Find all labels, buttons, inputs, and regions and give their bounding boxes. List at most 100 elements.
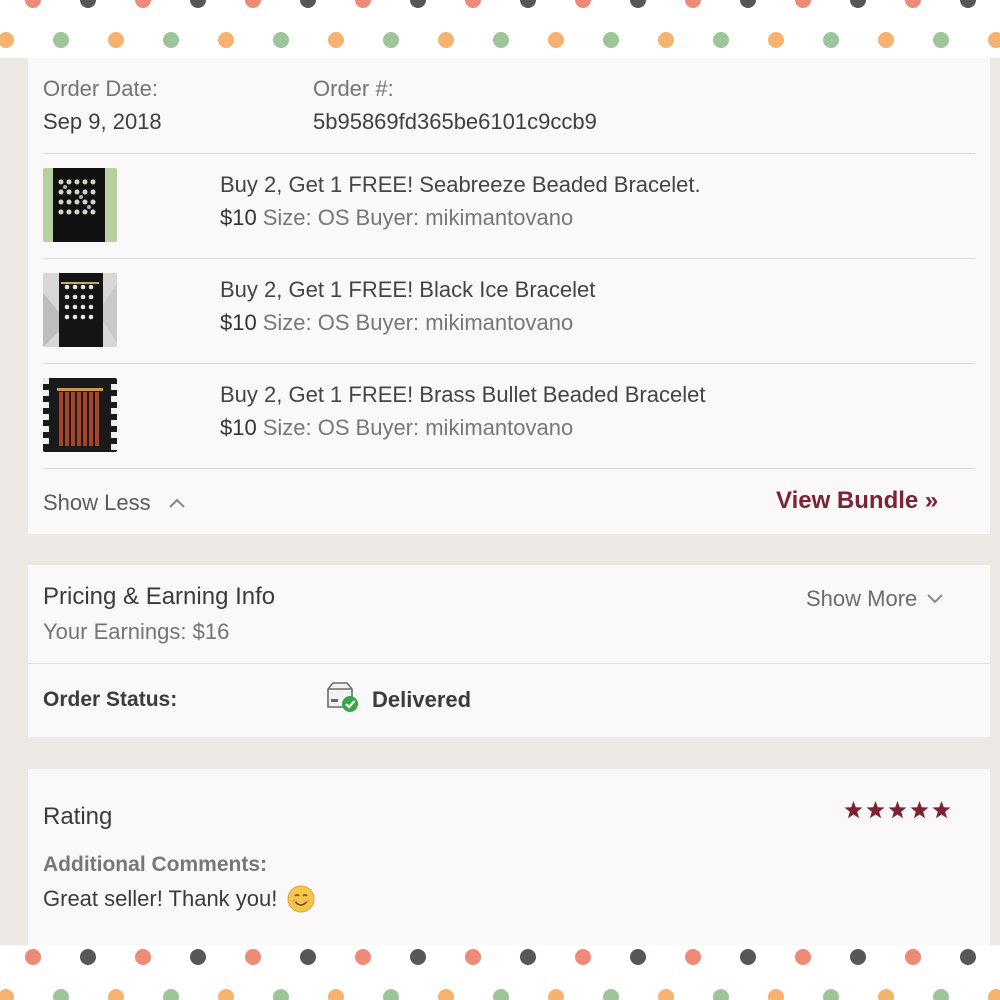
decorative-dot xyxy=(658,32,674,48)
show-less-label: Show Less xyxy=(43,490,151,515)
order-status-value: Delivered xyxy=(372,687,472,712)
decorative-dot xyxy=(53,989,69,1000)
divider xyxy=(43,468,975,469)
item-title[interactable]: Buy 2, Get 1 FREE! Seabreeze Beaded Brac… xyxy=(220,172,701,198)
decorative-dot xyxy=(960,949,976,965)
decorative-dot xyxy=(300,949,316,965)
decorative-dot xyxy=(80,0,96,8)
decorative-dot xyxy=(25,949,41,965)
decorative-dot xyxy=(768,32,784,48)
decorative-dot xyxy=(520,949,536,965)
chevron-down-icon xyxy=(927,594,943,604)
decorative-dot-border-bottom xyxy=(0,945,1000,1000)
item-title[interactable]: Buy 2, Get 1 FREE! Brass Bullet Beaded B… xyxy=(220,382,705,408)
item-buyer: Buyer: mikimantovano xyxy=(355,415,574,440)
decorative-dot xyxy=(465,0,481,8)
decorative-dot xyxy=(328,989,344,1000)
pricing-title: Pricing & Earning Info xyxy=(43,583,276,610)
decorative-dot xyxy=(740,949,756,965)
decorative-dot xyxy=(630,0,646,8)
star-icon xyxy=(888,801,907,819)
decorative-dot xyxy=(768,989,784,1000)
decorative-dot xyxy=(190,949,206,965)
decorative-dot xyxy=(548,989,564,1000)
decorative-dot xyxy=(108,989,124,1000)
divider xyxy=(43,363,975,364)
item-size: Size: OS xyxy=(262,415,350,440)
decorative-dot xyxy=(603,989,619,1000)
item-buyer: Buyer: mikimantovano xyxy=(355,205,574,230)
show-more-button[interactable]: Show More xyxy=(806,586,943,612)
decorative-dot xyxy=(245,949,261,965)
decorative-dot xyxy=(135,0,151,8)
decorative-dot xyxy=(108,32,124,48)
item-title[interactable]: Buy 2, Get 1 FREE! Black Ice Bracelet xyxy=(220,277,595,303)
decorative-dot xyxy=(878,32,894,48)
decorative-dot xyxy=(685,0,701,8)
comments-value: Great seller! Thank you! xyxy=(43,886,278,911)
decorative-dot xyxy=(273,32,289,48)
order-status-label: Order Status: xyxy=(43,688,178,711)
decorative-dot xyxy=(795,949,811,965)
order-number-value: 5b95869fd365be6101c9ccb9 xyxy=(313,109,597,134)
decorative-dot xyxy=(0,32,14,48)
show-less-button[interactable]: Show Less xyxy=(43,490,185,516)
chevron-up-icon xyxy=(168,498,185,508)
order-date-label: Order Date: xyxy=(43,76,158,101)
item-thumbnail-brass-bullet[interactable] xyxy=(43,378,117,452)
decorative-dot xyxy=(273,989,289,1000)
decorative-dot xyxy=(575,0,591,8)
item-price: $10 xyxy=(220,205,257,230)
decorative-dot xyxy=(410,949,426,965)
decorative-dot xyxy=(0,989,14,1000)
decorative-dot xyxy=(795,0,811,8)
decorative-dot xyxy=(190,0,206,8)
order-details-card: Order Date: Sep 9, 2018 Order #: 5b95869… xyxy=(28,58,990,534)
decorative-dot xyxy=(575,949,591,965)
view-bundle-link[interactable]: View Bundle » xyxy=(776,487,938,515)
item-buyer: Buyer: mikimantovano xyxy=(355,310,574,335)
item-thumbnail-seabreeze[interactable] xyxy=(43,168,117,242)
divider xyxy=(28,663,990,664)
earnings-text: Your Earnings: $16 xyxy=(43,619,230,644)
decorative-dot xyxy=(383,989,399,1000)
show-more-label: Show More xyxy=(806,586,918,611)
order-date-value: Sep 9, 2018 xyxy=(43,109,162,134)
decorative-dot xyxy=(630,949,646,965)
decorative-dot xyxy=(465,949,481,965)
decorative-dot xyxy=(80,949,96,965)
decorative-dot xyxy=(740,0,756,8)
decorative-dot xyxy=(685,949,701,965)
star-icon xyxy=(866,801,885,819)
decorative-dot xyxy=(713,32,729,48)
decorative-dot xyxy=(658,989,674,1000)
pricing-earning-card: Pricing & Earning Info Your Earnings: $1… xyxy=(28,565,990,737)
decorative-dot xyxy=(53,32,69,48)
decorative-dot xyxy=(905,949,921,965)
decorative-dot xyxy=(520,0,536,8)
star-rating xyxy=(844,801,951,819)
item-meta: $10 Size: OS Buyer: mikimantovano xyxy=(220,310,573,336)
divider xyxy=(43,153,975,154)
order-number-label: Order #: xyxy=(313,76,394,101)
decorative-dot xyxy=(933,989,949,1000)
comments-label: Additional Comments: xyxy=(43,853,267,876)
item-meta: $10 Size: OS Buyer: mikimantovano xyxy=(220,205,573,231)
comments-row: Great seller! Thank you! xyxy=(43,885,315,913)
decorative-dot xyxy=(905,0,921,8)
rating-title: Rating xyxy=(43,803,113,830)
decorative-dot xyxy=(933,32,949,48)
divider xyxy=(43,258,975,259)
item-thumbnail-black-ice[interactable] xyxy=(43,273,117,347)
decorative-dot xyxy=(218,32,234,48)
decorative-dot xyxy=(823,989,839,1000)
decorative-dot xyxy=(988,32,1000,48)
decorative-dot xyxy=(988,989,1000,1000)
decorative-dot xyxy=(548,32,564,48)
decorative-dot xyxy=(410,0,426,8)
decorative-dot xyxy=(493,32,509,48)
decorative-dot xyxy=(300,0,316,8)
decorative-dot xyxy=(438,32,454,48)
decorative-dot xyxy=(713,989,729,1000)
decorative-dot-border-top xyxy=(0,0,1000,58)
